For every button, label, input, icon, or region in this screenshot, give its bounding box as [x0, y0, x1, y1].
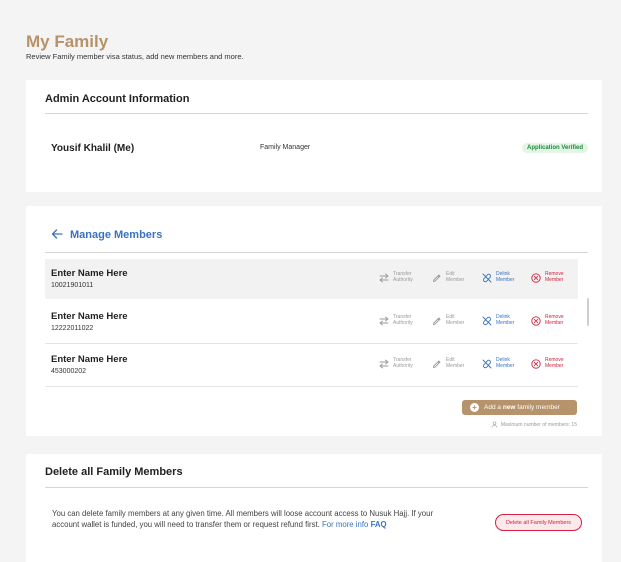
remove-icon — [531, 273, 541, 283]
delete-description: You can delete family members at any giv… — [52, 509, 452, 530]
pencil-icon — [433, 360, 441, 368]
user-icon — [491, 421, 498, 428]
unlink-icon — [482, 316, 492, 326]
more-info-link[interactable]: For more info — [322, 520, 368, 529]
add-label-suffix: family member — [517, 404, 560, 411]
delete-card-title: Delete all Family Members — [45, 466, 183, 478]
member-row[interactable]: Enter Name Here 453000202 Transfer Author… — [45, 345, 578, 387]
max-members-note: Maximum number of members: 15 — [491, 421, 577, 428]
remove-label-2: Member — [545, 363, 564, 369]
pencil-icon — [433, 274, 441, 282]
row-divider — [45, 343, 578, 344]
remove-label-2: Member — [545, 277, 564, 283]
edit-label-2: Member — [446, 277, 465, 283]
delink-label-2: Member — [496, 320, 515, 326]
member-name: Enter Name Here — [51, 354, 128, 365]
row-divider — [45, 386, 578, 387]
admin-name: Yousif Khalil (Me) — [51, 143, 135, 154]
member-id: 12222011022 — [51, 325, 94, 332]
transfer-icon — [379, 316, 389, 326]
members-scrollbar[interactable] — [587, 298, 589, 326]
unlink-icon — [482, 359, 492, 369]
back-arrow-icon[interactable] — [50, 227, 64, 241]
edit-label-2: Member — [446, 363, 465, 369]
manage-members-card: Manage Members Enter Name Here 100219010… — [26, 206, 602, 436]
delink-label-2: Member — [496, 277, 515, 283]
transfer-icon — [379, 359, 389, 369]
delete-all-members-button[interactable]: Delete all Family Members — [495, 514, 582, 531]
delink-label-2: Member — [496, 363, 515, 369]
admin-account-card: Admin Account Information Yousif Khalil … — [26, 80, 602, 192]
remove-icon — [531, 359, 541, 369]
divider — [45, 113, 588, 114]
remove-icon — [531, 316, 541, 326]
add-family-member-button[interactable]: + Add a new family member — [462, 400, 577, 415]
member-id: 10021901011 — [51, 282, 94, 289]
divider — [45, 487, 588, 488]
member-id: 453000202 — [51, 368, 87, 375]
admin-role: Family Manager — [260, 144, 311, 151]
unlink-icon — [482, 273, 492, 283]
plus-icon: + — [470, 403, 479, 412]
max-members-text: Maximum number of members: 15 — [500, 421, 577, 428]
add-label-bold: new — [502, 404, 516, 411]
delete-all-card: Delete all Family Members You can delete… — [26, 454, 602, 562]
transfer-label-2: Authority — [393, 363, 413, 369]
page-title: My Family — [26, 32, 109, 51]
transfer-icon — [379, 273, 389, 283]
faq-link[interactable]: FAQ — [371, 520, 387, 529]
transfer-label-2: Authority — [393, 277, 413, 283]
member-name: Enter Name Here — [51, 311, 128, 322]
divider — [45, 252, 588, 253]
admin-card-title: Admin Account Information — [45, 93, 190, 105]
remove-label-2: Member — [545, 320, 564, 326]
page-subtitle: Review Family member visa status, add ne… — [26, 52, 244, 61]
member-row[interactable]: Enter Name Here 10021901011 Transfer Auth… — [45, 259, 578, 299]
add-label-prefix: Add a — [484, 404, 501, 411]
status-badge: Application Verified — [521, 143, 588, 153]
manage-members-title: Manage Members — [70, 229, 163, 241]
pencil-icon — [433, 317, 441, 325]
member-row[interactable]: Enter Name Here 12222011022 Transfer Auth… — [45, 302, 578, 344]
edit-label-2: Member — [446, 320, 465, 326]
member-name: Enter Name Here — [51, 268, 128, 279]
transfer-label-2: Authority — [393, 320, 413, 326]
